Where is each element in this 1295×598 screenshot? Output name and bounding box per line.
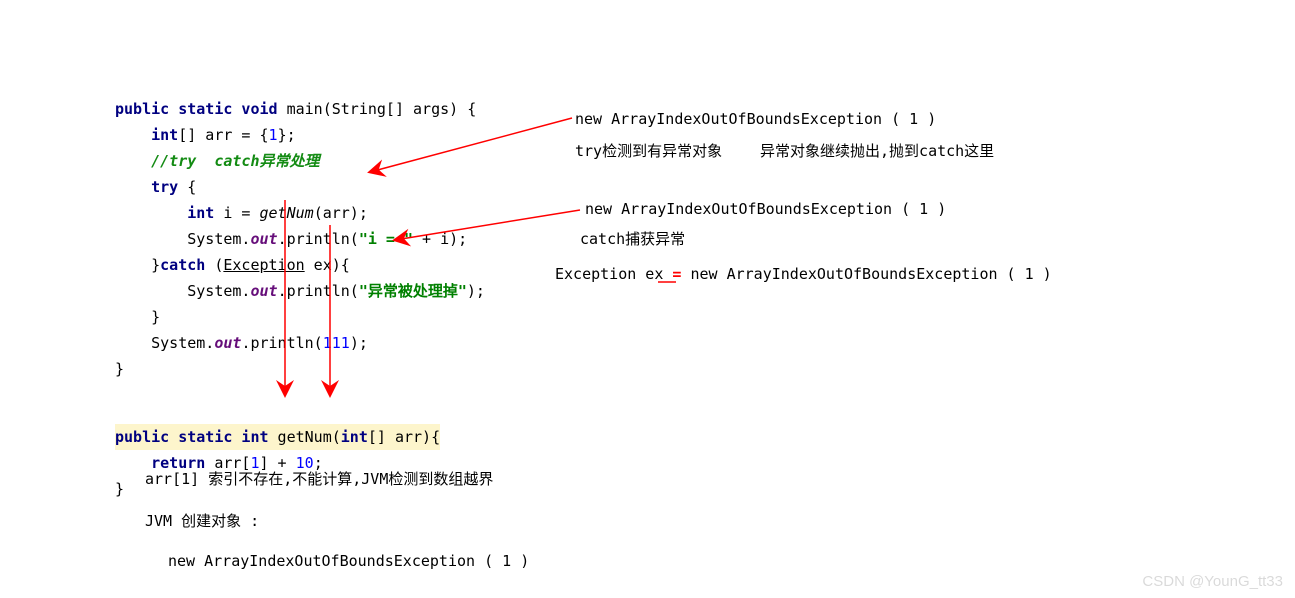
annot-new-ex-1: new ArrayIndexOutOfBoundsException ( 1 ) <box>575 110 936 128</box>
annot-new-ex-2: new ArrayIndexOutOfBoundsException ( 1 ) <box>585 200 946 218</box>
main-code-block: public static void main(String[] args) {… <box>115 70 485 382</box>
watermark: CSDN @YounG_tt33 <box>1142 573 1283 590</box>
annot-catch-caught: catch捕获异常 <box>580 228 685 249</box>
annot-throw-to-catch: 异常对象继续抛出,抛到catch这里 <box>760 140 994 161</box>
annot-exception-assign: Exception ex = new ArrayIndexOutOfBounds… <box>555 265 1052 283</box>
kw: public static void <box>115 100 278 118</box>
annot-try-detect: try检测到有异常对象 <box>575 140 722 161</box>
annot-new-ex-bottom: new ArrayIndexOutOfBoundsException ( 1 ) <box>168 552 529 570</box>
annot-arr-oob: arr[1] 索引不存在,不能计算,JVM检测到数组越界 <box>145 468 493 489</box>
annot-jvm-create: JVM 创建对象 : <box>145 510 259 531</box>
comment: //try catch异常处理 <box>151 152 319 170</box>
